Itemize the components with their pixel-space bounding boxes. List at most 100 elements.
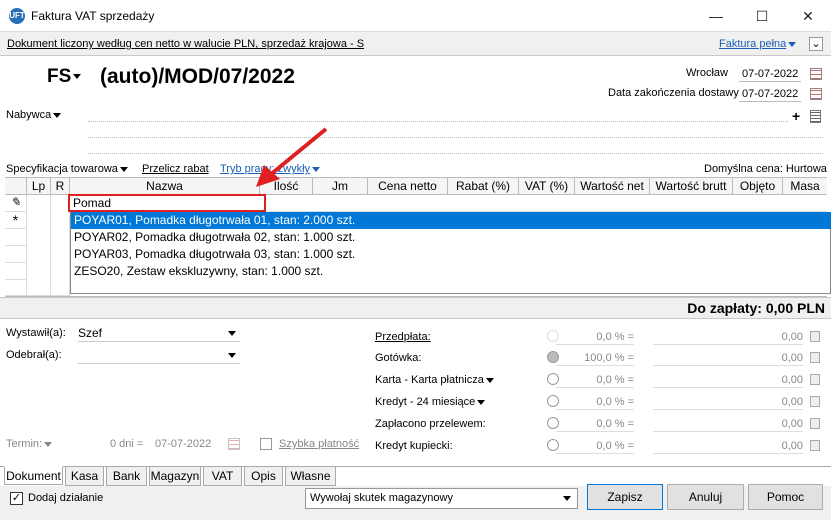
- add-icon[interactable]: +: [792, 108, 800, 124]
- window-title: Faktura VAT sprzedaży: [31, 9, 155, 23]
- prepayment-pct[interactable]: 0,0 % =: [556, 329, 634, 345]
- col-wartosc-net[interactable]: Wartość net: [575, 178, 650, 195]
- recalc-discount-link[interactable]: Przelicz rabat: [142, 163, 209, 175]
- calculator-icon[interactable]: [810, 374, 820, 385]
- minimize-button[interactable]: —: [693, 0, 739, 32]
- document-type: FS: [47, 66, 72, 87]
- tab-wlasne[interactable]: Własne: [285, 467, 336, 486]
- grid-cell: [5, 280, 27, 296]
- quick-pay-checkbox[interactable]: [260, 438, 272, 450]
- col-vat[interactable]: VAT (%): [519, 178, 575, 195]
- col-rabat[interactable]: Rabat (%): [448, 178, 519, 195]
- chevron-down-icon: [119, 166, 128, 172]
- credit-label: Kredyt - 24 miesiące: [375, 396, 476, 408]
- transfer-amount[interactable]: 0,00: [653, 416, 803, 432]
- suggestion-item-selected[interactable]: POYAR01, Pomadka długotrwała 01, stan: 2…: [71, 212, 831, 229]
- col-nazwa[interactable]: Nazwa: [70, 178, 260, 195]
- term-dropdown[interactable]: Termin:: [6, 438, 53, 450]
- buyer-dropdown[interactable]: Nabywca: [6, 109, 62, 121]
- chevron-down-icon: [788, 41, 797, 47]
- credit-pct[interactable]: 0,0 % =: [556, 394, 634, 410]
- stock-effect-select[interactable]: Wywołaj skutek magazynowy: [305, 488, 578, 509]
- transfer-pct[interactable]: 0,0 % =: [556, 416, 634, 432]
- grid-cell: [27, 195, 51, 296]
- document-type-dropdown[interactable]: FS: [47, 66, 82, 88]
- suggestion-item[interactable]: POYAR02, Pomadka długotrwała 02, stan: 1…: [71, 229, 831, 246]
- card-label: Karta - Karta płatnicza: [375, 374, 484, 386]
- tab-vat[interactable]: VAT: [203, 467, 242, 486]
- col-cena-netto[interactable]: Cena netto: [368, 178, 448, 195]
- col-masa[interactable]: Masa: [783, 178, 827, 195]
- calculator-icon[interactable]: [810, 352, 820, 363]
- help-button[interactable]: Pomoc: [748, 484, 823, 510]
- delivery-date-field[interactable]: 07-07-2022: [739, 86, 801, 102]
- spec-dropdown[interactable]: Specyfikacja towarowa: [6, 163, 128, 175]
- chevron-down-icon: [228, 353, 236, 358]
- trade-credit-pct[interactable]: 0,0 % =: [556, 438, 634, 454]
- chevron-down-icon: [53, 112, 62, 118]
- term-days[interactable]: 0 dni =: [110, 438, 143, 450]
- card-dropdown[interactable]: Karta - Karta płatnicza: [375, 374, 494, 386]
- close-button[interactable]: ✕: [785, 0, 831, 32]
- tab-magazyn[interactable]: Magazyn: [149, 467, 201, 486]
- chevron-down-icon: [477, 399, 486, 405]
- card-pct[interactable]: 0,0 % =: [556, 372, 634, 388]
- tab-opis[interactable]: Opis: [244, 467, 283, 486]
- cash-amount[interactable]: 0,00: [653, 350, 803, 366]
- buyer-line-1[interactable]: [88, 110, 788, 122]
- save-button[interactable]: Zapisz: [587, 484, 663, 510]
- invoice-type-label: Faktura pełna: [719, 38, 787, 50]
- term-date[interactable]: 07-07-2022: [155, 438, 211, 450]
- collapse-button[interactable]: ⌄: [809, 37, 823, 51]
- issued-by-select[interactable]: Szef: [78, 326, 240, 342]
- chevron-down-icon: [44, 441, 53, 447]
- cancel-button[interactable]: Anuluj: [667, 484, 744, 510]
- credit-dropdown[interactable]: Kredyt - 24 miesiące: [375, 396, 486, 408]
- grid-header: Lp R Nazwa Ilość Jm Cena netto Rabat (%)…: [5, 177, 827, 195]
- received-by-select[interactable]: [78, 348, 240, 364]
- suggestion-item[interactable]: ZESO20, Zestaw ekskluzywny, stan: 1.000 …: [71, 263, 831, 280]
- default-price-label[interactable]: Domyślna cena: Hurtowa: [704, 163, 827, 175]
- annotation-arrow-icon: [256, 127, 328, 187]
- document-pricing-info[interactable]: Dokument liczony według cen netto w walu…: [7, 38, 364, 50]
- trade-credit-amount[interactable]: 0,00: [653, 438, 803, 454]
- calendar-icon[interactable]: [810, 88, 822, 100]
- calendar-icon[interactable]: [810, 68, 822, 80]
- prepayment-amount[interactable]: 0,00: [653, 329, 803, 345]
- list-icon[interactable]: [810, 110, 821, 123]
- chevron-down-icon: [73, 74, 82, 80]
- buyer-line-2: [88, 126, 823, 138]
- add-action-checkbox[interactable]: ✓: [10, 492, 23, 505]
- calculator-icon[interactable]: [810, 418, 820, 429]
- chevron-down-icon: [485, 377, 494, 383]
- credit-amount[interactable]: 0,00: [653, 394, 803, 410]
- suggestion-item[interactable]: POYAR03, Pomadka długotrwała 03, stan: 1…: [71, 246, 831, 263]
- app-icon: UFT: [9, 8, 25, 24]
- calendar-icon[interactable]: [228, 438, 240, 450]
- grid-cell: [5, 246, 27, 263]
- col-objeto[interactable]: Objęto: [733, 178, 783, 195]
- card-amount[interactable]: 0,00: [653, 372, 803, 388]
- place-label[interactable]: Wrocław: [686, 67, 728, 79]
- product-name-input[interactable]: Pomad: [68, 194, 266, 212]
- row-marker-column: [5, 178, 27, 195]
- col-r[interactable]: R: [51, 178, 70, 195]
- maximize-button[interactable]: ☐: [739, 0, 785, 32]
- spec-label: Specyfikacja towarowa: [6, 163, 118, 175]
- col-lp[interactable]: Lp: [27, 178, 51, 195]
- new-row-icon: *: [5, 212, 27, 229]
- col-wartosc-brutt[interactable]: Wartość brutt: [650, 178, 733, 195]
- calculator-icon[interactable]: [810, 440, 820, 451]
- tab-kasa[interactable]: Kasa: [65, 467, 104, 486]
- tab-dokument[interactable]: Dokument: [4, 466, 63, 485]
- chevron-down-icon: [228, 331, 236, 336]
- cash-pct[interactable]: 100,0 % =: [556, 350, 634, 366]
- issue-date-field[interactable]: 07-07-2022: [739, 66, 801, 82]
- calculator-icon[interactable]: [810, 331, 820, 342]
- calculator-icon[interactable]: [810, 396, 820, 407]
- stock-effect-value: Wywołaj skutek magazynowy: [310, 492, 453, 504]
- quick-pay-label[interactable]: Szybka płatność: [279, 438, 359, 450]
- prepayment-label[interactable]: Przedpłata:: [375, 331, 431, 343]
- invoice-type-dropdown[interactable]: Faktura pełna: [719, 38, 797, 50]
- tab-bank[interactable]: Bank: [106, 467, 147, 486]
